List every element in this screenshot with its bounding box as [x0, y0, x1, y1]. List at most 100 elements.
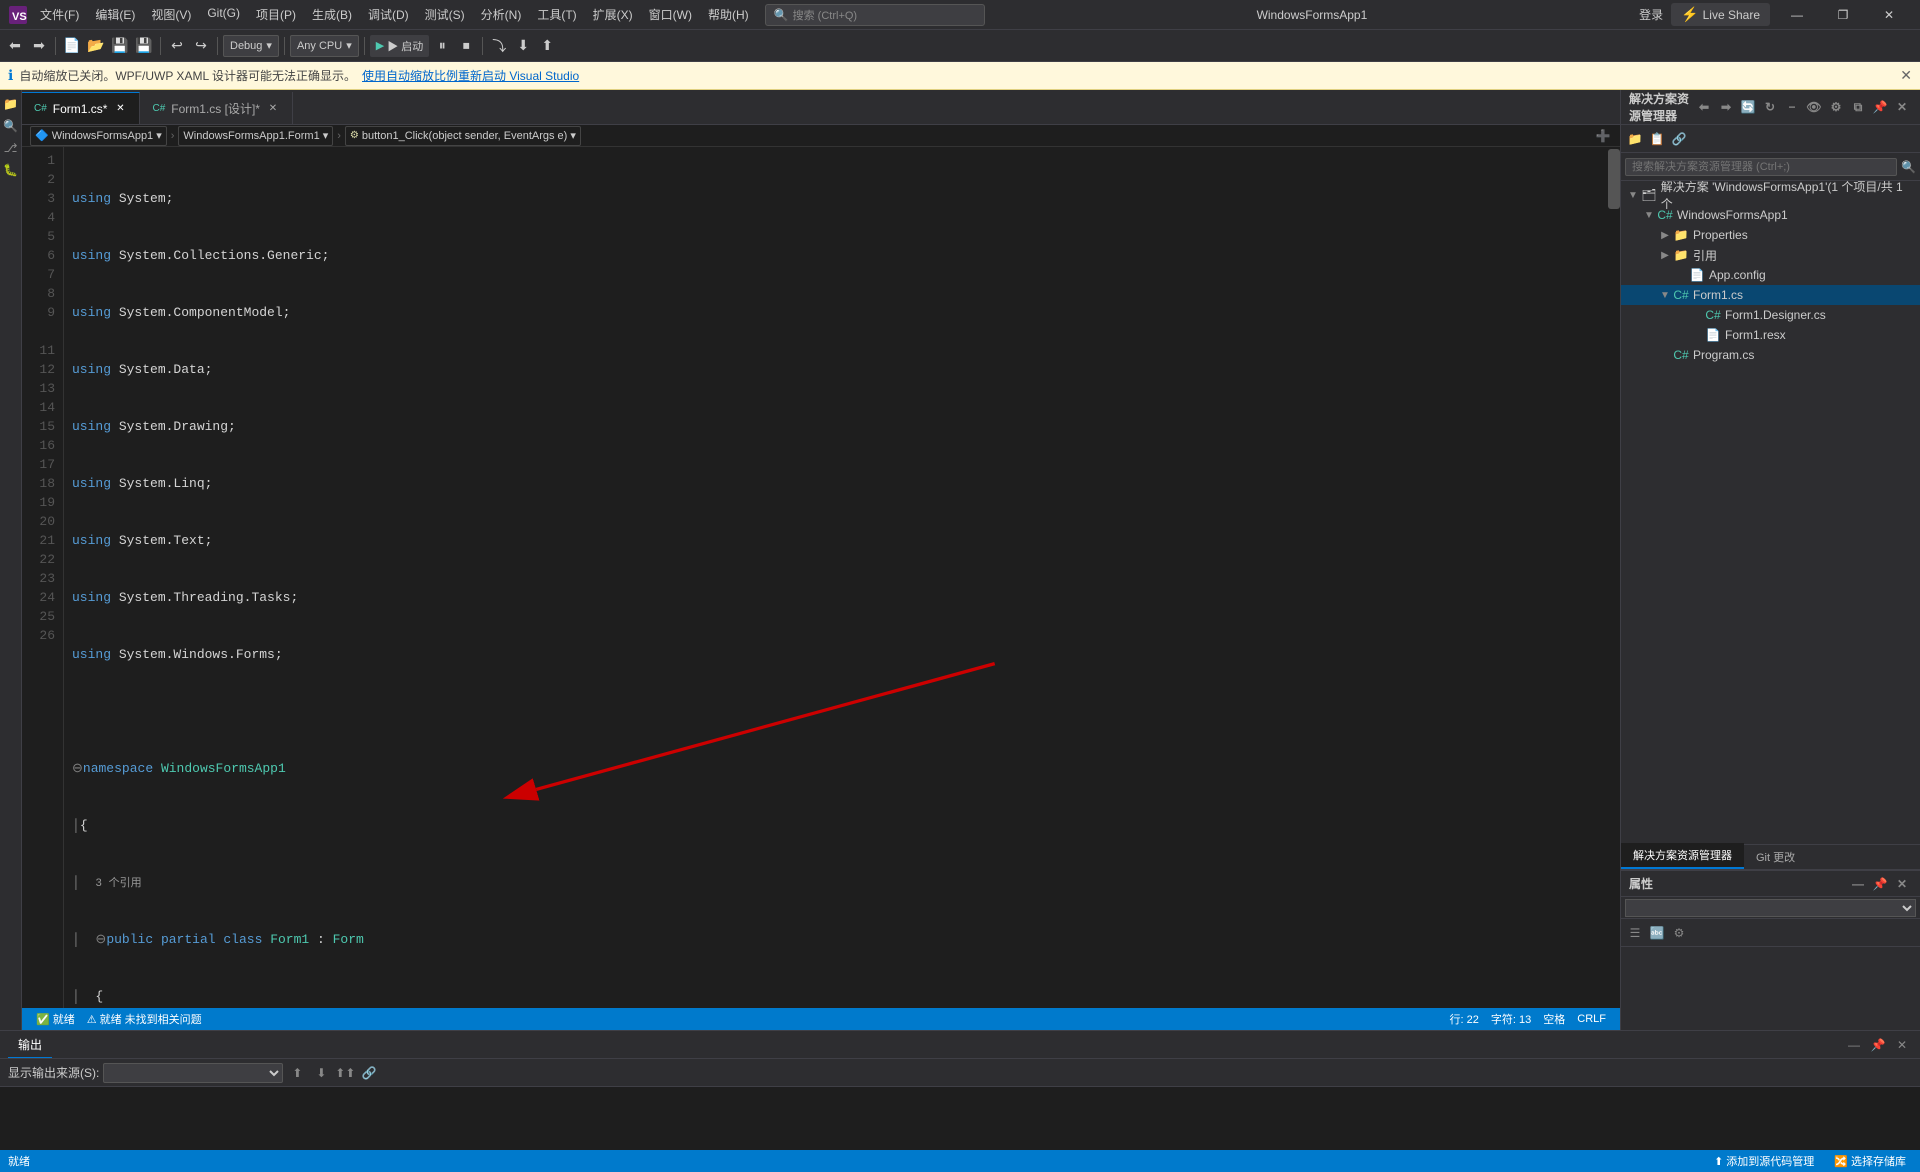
output-source-dropdown[interactable]: 生成 调试: [103, 1063, 283, 1083]
output-min-button[interactable]: —: [1844, 1035, 1864, 1055]
live-share-button[interactable]: ⚡ Live Share: [1671, 3, 1770, 26]
output-tab[interactable]: 输出: [8, 1032, 52, 1058]
se-toolbar-btn-3[interactable]: 🔗: [1669, 129, 1689, 149]
platform-dropdown[interactable]: Any CPU ▾: [290, 35, 359, 57]
menu-help[interactable]: 帮助(H): [700, 2, 757, 27]
output-toolbar-btn-2[interactable]: ⬇: [311, 1063, 331, 1083]
login-button[interactable]: 登录: [1631, 6, 1671, 23]
select-repo-button[interactable]: 🔀 选择存储库: [1828, 1153, 1912, 1169]
se-settings-button[interactable]: ⚙: [1826, 97, 1846, 117]
search-activity-icon[interactable]: 🔍: [1, 116, 21, 136]
props-props-button[interactable]: ⚙: [1669, 923, 1689, 943]
step-over-button[interactable]: ⤵: [488, 35, 510, 57]
step-into-button[interactable]: ⬇: [512, 35, 534, 57]
properties-object-selector[interactable]: [1621, 897, 1920, 919]
explorer-icon[interactable]: 📁: [1, 94, 21, 114]
status-spaces[interactable]: 空格: [1537, 1011, 1571, 1027]
save-all-button[interactable]: 💾: [133, 35, 155, 57]
form1cs-expand-icon[interactable]: ▼: [1657, 287, 1673, 303]
status-col[interactable]: 字符: 13: [1485, 1011, 1537, 1027]
editor-scrollbar[interactable]: [1608, 147, 1620, 1008]
menu-analyze[interactable]: 分析(N): [473, 2, 530, 27]
se-tree[interactable]: ▼ 🗂 解决方案 'WindowsFormsApp1'(1 个项目/共 1 个 …: [1621, 181, 1920, 844]
back-button[interactable]: ⬅: [4, 35, 26, 57]
debug-activity-icon[interactable]: 🐛: [1, 160, 21, 180]
notification-link[interactable]: 使用自动缩放比例重新启动 Visual Studio: [362, 67, 579, 84]
tree-form1cs[interactable]: ▼ C# Form1.cs: [1621, 285, 1920, 305]
pause-button[interactable]: ⏸: [431, 35, 453, 57]
tab-git-changes[interactable]: Git 更改: [1744, 845, 1807, 869]
tab-designer-close[interactable]: ✕: [266, 101, 280, 115]
se-pin-button[interactable]: 📌: [1870, 97, 1890, 117]
props-min-button[interactable]: —: [1848, 874, 1868, 894]
menu-window[interactable]: 窗口(W): [641, 2, 700, 27]
se-refresh-button[interactable]: ↻: [1760, 97, 1780, 117]
references-expand-icon[interactable]: ▶: [1657, 247, 1673, 263]
output-toolbar-btn-1[interactable]: ⬆: [287, 1063, 307, 1083]
tree-solution-root[interactable]: ▼ 🗂 解决方案 'WindowsFormsApp1'(1 个项目/共 1 个: [1621, 185, 1920, 205]
git-icon[interactable]: ⎇: [1, 138, 21, 158]
status-warnings[interactable]: ⚠ 就绪 未找到相关问题: [81, 1011, 208, 1027]
se-show-all-button[interactable]: 👁: [1804, 97, 1824, 117]
se-search-icon[interactable]: 🔍: [1901, 160, 1916, 174]
tree-properties[interactable]: ▶ 📁 Properties: [1621, 225, 1920, 245]
stop-button[interactable]: ⏹: [455, 35, 477, 57]
step-out-button[interactable]: ⬆: [536, 35, 558, 57]
project-expand-icon[interactable]: ▼: [1641, 207, 1657, 223]
properties-object-dropdown[interactable]: [1625, 899, 1916, 917]
output-close-button[interactable]: ✕: [1892, 1035, 1912, 1055]
open-button[interactable]: 📂: [85, 35, 107, 57]
status-ready[interactable]: ✅ 就绪: [30, 1011, 81, 1027]
add-source-control-button[interactable]: ⬆ 添加到源代码管理: [1708, 1153, 1820, 1169]
save-button[interactable]: 💾: [109, 35, 131, 57]
se-sync-button[interactable]: 🔄: [1738, 97, 1758, 117]
se-toolbar-btn-1[interactable]: 📁: [1625, 129, 1645, 149]
new-file-button[interactable]: 📄: [61, 35, 83, 57]
tab-form1cs[interactable]: C# Form1.cs* ✕: [22, 92, 140, 124]
tree-form1-resx[interactable]: 📄 Form1.resx: [1621, 325, 1920, 345]
output-toolbar-btn-4[interactable]: 🔗: [359, 1063, 379, 1083]
menu-view[interactable]: 视图(V): [143, 2, 199, 27]
se-search-input[interactable]: [1625, 158, 1897, 176]
start-button[interactable]: ▶ ▶ 启动: [370, 35, 430, 57]
code-content[interactable]: using System; using System.Collections.G…: [64, 147, 1608, 1008]
tab-form1cs-designer[interactable]: C# Form1.cs [设计]* ✕: [140, 92, 292, 124]
menu-git[interactable]: Git(G): [199, 2, 248, 27]
menu-edit[interactable]: 编辑(E): [87, 2, 143, 27]
redo-button[interactable]: ↪: [190, 35, 212, 57]
se-forward-button[interactable]: ➡: [1716, 97, 1736, 117]
breadcrumb-add-button[interactable]: ➕: [1594, 127, 1612, 145]
close-button[interactable]: ✕: [1866, 0, 1912, 30]
output-pin-button[interactable]: 📌: [1868, 1035, 1888, 1055]
breadcrumb-project[interactable]: 🔷 WindowsFormsApp1 ▾: [30, 126, 167, 146]
undo-button[interactable]: ↩: [166, 35, 188, 57]
debug-config-dropdown[interactable]: Debug ▾: [223, 35, 279, 57]
code-editor[interactable]: 1 2 3 4 5 6 7 8 9 11 12 13 14 15 16 17 1…: [22, 147, 1620, 1008]
restore-button[interactable]: ❐: [1820, 0, 1866, 30]
props-close-button[interactable]: ✕: [1892, 874, 1912, 894]
tree-references[interactable]: ▶ 📁 引用: [1621, 245, 1920, 265]
menu-extensions[interactable]: 扩展(X): [585, 2, 641, 27]
tree-form1-designer[interactable]: C# Form1.Designer.cs: [1621, 305, 1920, 325]
se-collapse-button[interactable]: −: [1782, 97, 1802, 117]
solution-expand-icon[interactable]: ▼: [1625, 187, 1641, 203]
menu-build[interactable]: 生成(B): [304, 2, 360, 27]
properties-expand-icon[interactable]: ▶: [1657, 227, 1673, 243]
menu-test[interactable]: 测试(S): [417, 2, 473, 27]
se-close-button[interactable]: ✕: [1892, 97, 1912, 117]
close-notification-button[interactable]: ✕: [1900, 67, 1912, 84]
menu-file[interactable]: 文件(F): [32, 2, 87, 27]
se-preview-button[interactable]: ⧉: [1848, 97, 1868, 117]
props-categories-button[interactable]: ☰: [1625, 923, 1645, 943]
output-source-selector[interactable]: 显示输出来源(S): 生成 调试: [8, 1063, 283, 1083]
search-box[interactable]: 🔍 搜索 (Ctrl+Q): [765, 4, 985, 26]
forward-button[interactable]: ➡: [28, 35, 50, 57]
breadcrumb-method[interactable]: ⚙ button1_Click(object sender, EventArgs…: [345, 126, 581, 146]
props-pin-button[interactable]: 📌: [1870, 874, 1890, 894]
tab-solution-explorer[interactable]: 解决方案资源管理器: [1621, 843, 1744, 869]
minimize-button[interactable]: —: [1774, 0, 1820, 30]
breadcrumb-class[interactable]: WindowsFormsApp1.Form1 ▾: [178, 126, 333, 146]
menu-tools[interactable]: 工具(T): [529, 2, 584, 27]
se-back-button[interactable]: ⬅: [1694, 97, 1714, 117]
menu-debug[interactable]: 调试(D): [360, 2, 417, 27]
